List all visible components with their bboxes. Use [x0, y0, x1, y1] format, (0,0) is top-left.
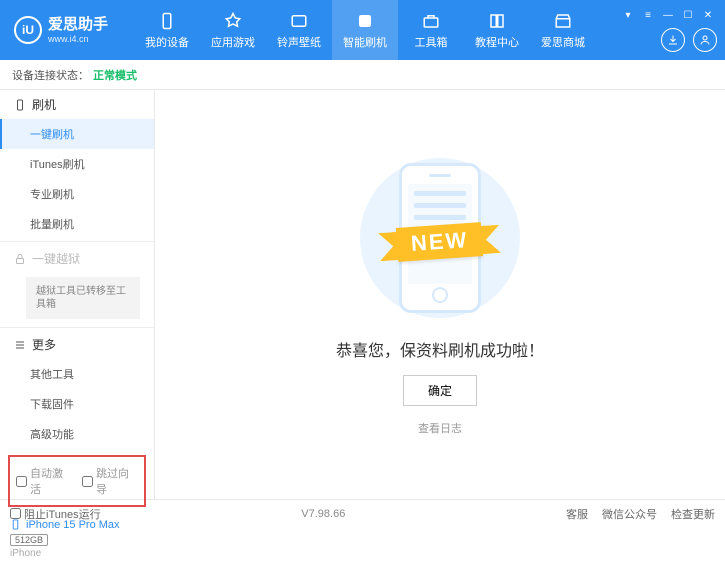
- minimize-icon[interactable]: —: [659, 8, 677, 22]
- status-bar: 设备连接状态： 正常模式: [0, 60, 725, 90]
- user-button[interactable]: [693, 28, 717, 52]
- main-content: NEW 恭喜您，保资料刷机成功啦！ 确定 查看日志: [155, 90, 725, 499]
- toolbox-icon: [421, 11, 441, 31]
- brand-title: 爱思助手: [48, 16, 108, 34]
- checkbox-auto-activate[interactable]: 自动激活: [16, 465, 72, 497]
- brand-url: www.i4.cn: [48, 34, 108, 45]
- status-label: 设备连接状态：: [12, 67, 89, 83]
- nav-my-device[interactable]: 我的设备: [134, 0, 200, 60]
- logo-icon: iU: [14, 16, 42, 44]
- sidebar-item-pro-flash[interactable]: 专业刷机: [0, 179, 154, 209]
- footer-link-wechat[interactable]: 微信公众号: [602, 506, 657, 522]
- close-icon[interactable]: ✕: [699, 8, 717, 22]
- checkbox-block-itunes[interactable]: 阻止iTunes运行: [10, 506, 101, 522]
- nav-ringtones[interactable]: 铃声壁纸: [266, 0, 332, 60]
- window-controls: ▾ ≡ — ☐ ✕: [619, 8, 717, 22]
- maximize-icon[interactable]: ☐: [679, 8, 697, 22]
- nav-flash[interactable]: 智能刷机: [332, 0, 398, 60]
- checkbox-skip-guide[interactable]: 跳过向导: [82, 465, 138, 497]
- nav-apps[interactable]: 应用游戏: [200, 0, 266, 60]
- download-button[interactable]: [661, 28, 685, 52]
- options-highlight-box: 自动激活 跳过向导: [8, 455, 146, 507]
- sidebar-item-other-tools[interactable]: 其他工具: [0, 359, 154, 389]
- store-icon: [553, 11, 573, 31]
- sidebar-item-itunes-flash[interactable]: iTunes刷机: [0, 149, 154, 179]
- success-message: 恭喜您，保资料刷机成功啦！: [336, 337, 544, 361]
- sidebar-section-more[interactable]: 更多: [0, 330, 154, 359]
- settings-icon[interactable]: ≡: [639, 8, 657, 22]
- status-mode: 正常模式: [93, 67, 137, 83]
- footer-link-support[interactable]: 客服: [566, 506, 588, 522]
- top-nav: 我的设备 应用游戏 铃声壁纸 智能刷机 工具箱 教程中心 爱思商城: [134, 0, 596, 60]
- storage-badge: 512GB: [10, 534, 48, 546]
- footer-link-update[interactable]: 检查更新: [671, 506, 715, 522]
- sidebar-item-download-firmware[interactable]: 下载固件: [0, 389, 154, 419]
- app-header: iU 爱思助手 www.i4.cn 我的设备 应用游戏 铃声壁纸 智能刷机 工具…: [0, 0, 725, 60]
- menu-icon[interactable]: ▾: [619, 8, 637, 22]
- sidebar-section-flash[interactable]: 刷机: [0, 90, 154, 119]
- device-type: iPhone: [10, 548, 144, 559]
- nav-tutorials[interactable]: 教程中心: [464, 0, 530, 60]
- list-icon: [14, 339, 26, 351]
- book-icon: [487, 11, 507, 31]
- jailbreak-note: 越狱工具已转移至工具箱: [26, 277, 140, 319]
- lock-icon: [14, 253, 26, 265]
- ok-button[interactable]: 确定: [403, 375, 477, 406]
- success-illustration: NEW: [335, 153, 545, 323]
- flash-icon: [355, 11, 375, 31]
- nav-toolbox[interactable]: 工具箱: [398, 0, 464, 60]
- logo: iU 爱思助手 www.i4.cn: [14, 16, 108, 45]
- view-log-link[interactable]: 查看日志: [418, 420, 462, 436]
- phone-icon: [14, 99, 26, 111]
- apps-icon: [223, 11, 243, 31]
- sidebar-item-oneclick-flash[interactable]: 一键刷机: [0, 119, 154, 149]
- nav-store[interactable]: 爱思商城: [530, 0, 596, 60]
- sidebar: 刷机 一键刷机 iTunes刷机 专业刷机 批量刷机 一键越狱 越狱工具已转移至…: [0, 90, 155, 499]
- version-label: V7.98.66: [301, 508, 345, 520]
- sidebar-section-jailbreak: 一键越狱: [0, 244, 154, 273]
- sidebar-item-advanced[interactable]: 高级功能: [0, 419, 154, 449]
- sidebar-item-batch-flash[interactable]: 批量刷机: [0, 209, 154, 239]
- image-icon: [289, 11, 309, 31]
- device-icon: [157, 11, 177, 31]
- new-ribbon: NEW: [396, 222, 483, 262]
